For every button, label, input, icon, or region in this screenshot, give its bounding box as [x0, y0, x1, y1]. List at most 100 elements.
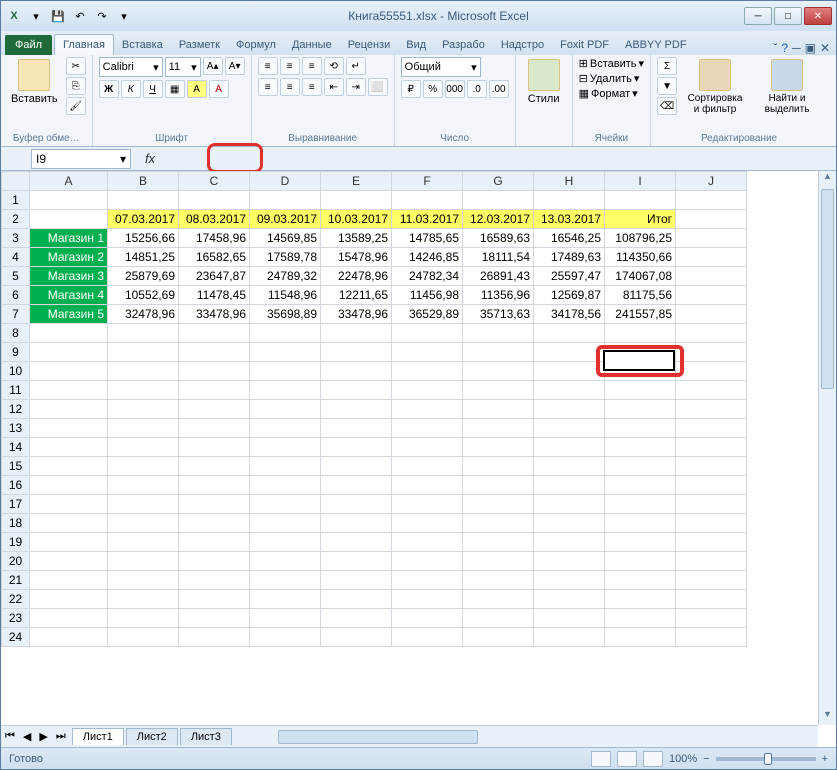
- cell[interactable]: [463, 495, 534, 514]
- cell[interactable]: 17589,78: [250, 248, 321, 267]
- cell[interactable]: 32478,96: [108, 305, 179, 324]
- cell[interactable]: [463, 571, 534, 590]
- cell[interactable]: [250, 381, 321, 400]
- cell[interactable]: 241557,85: [605, 305, 676, 324]
- cell[interactable]: [321, 571, 392, 590]
- cell[interactable]: [108, 438, 179, 457]
- cell[interactable]: [108, 514, 179, 533]
- cell[interactable]: [676, 419, 747, 438]
- cell[interactable]: [534, 324, 605, 343]
- cut-icon[interactable]: ✂: [66, 57, 86, 75]
- font-size-select[interactable]: 11▾: [165, 57, 201, 77]
- format-cells-button[interactable]: ▦Формат▾: [579, 87, 638, 100]
- cell[interactable]: [250, 438, 321, 457]
- cell[interactable]: [676, 362, 747, 381]
- view-break-icon[interactable]: [643, 751, 663, 767]
- cell[interactable]: [30, 362, 108, 381]
- cell[interactable]: [534, 533, 605, 552]
- align-center-icon[interactable]: ≡: [280, 78, 300, 96]
- percent-icon[interactable]: %: [423, 80, 443, 98]
- cell[interactable]: 114350,66: [605, 248, 676, 267]
- select-all-corner[interactable]: [2, 172, 30, 191]
- cell[interactable]: [30, 210, 108, 229]
- cell[interactable]: 16589,63: [463, 229, 534, 248]
- cell[interactable]: [605, 533, 676, 552]
- cell[interactable]: Магазин 4: [30, 286, 108, 305]
- cell[interactable]: [108, 495, 179, 514]
- cell[interactable]: [605, 495, 676, 514]
- cell[interactable]: [605, 419, 676, 438]
- cell[interactable]: [108, 343, 179, 362]
- tab-layout[interactable]: Разметк: [171, 35, 228, 55]
- cell[interactable]: [179, 400, 250, 419]
- cell[interactable]: Итог: [605, 210, 676, 229]
- row-header-8[interactable]: 8: [2, 324, 30, 343]
- cell[interactable]: [30, 381, 108, 400]
- format-painter-icon[interactable]: 🖌: [66, 97, 86, 115]
- sheet-tab-1[interactable]: Лист1: [72, 728, 124, 745]
- cell[interactable]: [179, 590, 250, 609]
- dropdown-icon[interactable]: ▾: [27, 7, 45, 25]
- cell[interactable]: [179, 457, 250, 476]
- cell[interactable]: [30, 476, 108, 495]
- font-name-select[interactable]: Calibri▾: [99, 57, 163, 77]
- tab-developer[interactable]: Разрабо: [434, 35, 493, 55]
- col-header-A[interactable]: A: [30, 172, 108, 191]
- cell[interactable]: [250, 552, 321, 571]
- row-header-9[interactable]: 9: [2, 343, 30, 362]
- cell[interactable]: [605, 438, 676, 457]
- cell[interactable]: 08.03.2017: [179, 210, 250, 229]
- hscroll-thumb[interactable]: [278, 730, 478, 744]
- cell[interactable]: [605, 457, 676, 476]
- cell[interactable]: [534, 457, 605, 476]
- cell[interactable]: [676, 324, 747, 343]
- align-right-icon[interactable]: ≡: [302, 78, 322, 96]
- row-header-16[interactable]: 16: [2, 476, 30, 495]
- help-icon[interactable]: ?: [781, 41, 788, 55]
- copy-icon[interactable]: ⎘: [66, 77, 86, 95]
- cell[interactable]: [605, 400, 676, 419]
- cell[interactable]: [108, 609, 179, 628]
- cell[interactable]: [605, 362, 676, 381]
- cell[interactable]: 12569,87: [534, 286, 605, 305]
- row-header-11[interactable]: 11: [2, 381, 30, 400]
- cell[interactable]: [30, 533, 108, 552]
- cell[interactable]: [463, 400, 534, 419]
- row-header-4[interactable]: 4: [2, 248, 30, 267]
- cell[interactable]: [30, 609, 108, 628]
- cell[interactable]: [179, 571, 250, 590]
- col-header-G[interactable]: G: [463, 172, 534, 191]
- border-icon[interactable]: ▦: [165, 80, 185, 98]
- cell[interactable]: [321, 609, 392, 628]
- cell[interactable]: 26891,43: [463, 267, 534, 286]
- cell[interactable]: [676, 400, 747, 419]
- row-header-15[interactable]: 15: [2, 457, 30, 476]
- cell[interactable]: [321, 628, 392, 647]
- cell[interactable]: [108, 590, 179, 609]
- cell[interactable]: [30, 343, 108, 362]
- italic-button[interactable]: К: [121, 80, 141, 98]
- cell[interactable]: [321, 590, 392, 609]
- cell[interactable]: [605, 590, 676, 609]
- cell[interactable]: 10.03.2017: [321, 210, 392, 229]
- cell[interactable]: [392, 324, 463, 343]
- orientation-icon[interactable]: ⟲: [324, 57, 344, 75]
- col-header-H[interactable]: H: [534, 172, 605, 191]
- sheet-nav-last[interactable]: ⏭: [52, 730, 70, 743]
- cell[interactable]: [30, 571, 108, 590]
- cell[interactable]: [392, 628, 463, 647]
- cell[interactable]: [179, 343, 250, 362]
- cell[interactable]: [250, 609, 321, 628]
- cell[interactable]: [676, 533, 747, 552]
- cell[interactable]: 35713,63: [463, 305, 534, 324]
- cell[interactable]: [534, 476, 605, 495]
- cell[interactable]: [676, 609, 747, 628]
- cell[interactable]: [108, 457, 179, 476]
- cell[interactable]: 11.03.2017: [392, 210, 463, 229]
- maximize-button[interactable]: □: [774, 7, 802, 25]
- doc-close-icon[interactable]: ✕: [820, 41, 830, 55]
- cell[interactable]: [676, 343, 747, 362]
- cell[interactable]: 07.03.2017: [108, 210, 179, 229]
- scroll-down-icon[interactable]: ▼: [819, 709, 836, 725]
- cell[interactable]: [605, 514, 676, 533]
